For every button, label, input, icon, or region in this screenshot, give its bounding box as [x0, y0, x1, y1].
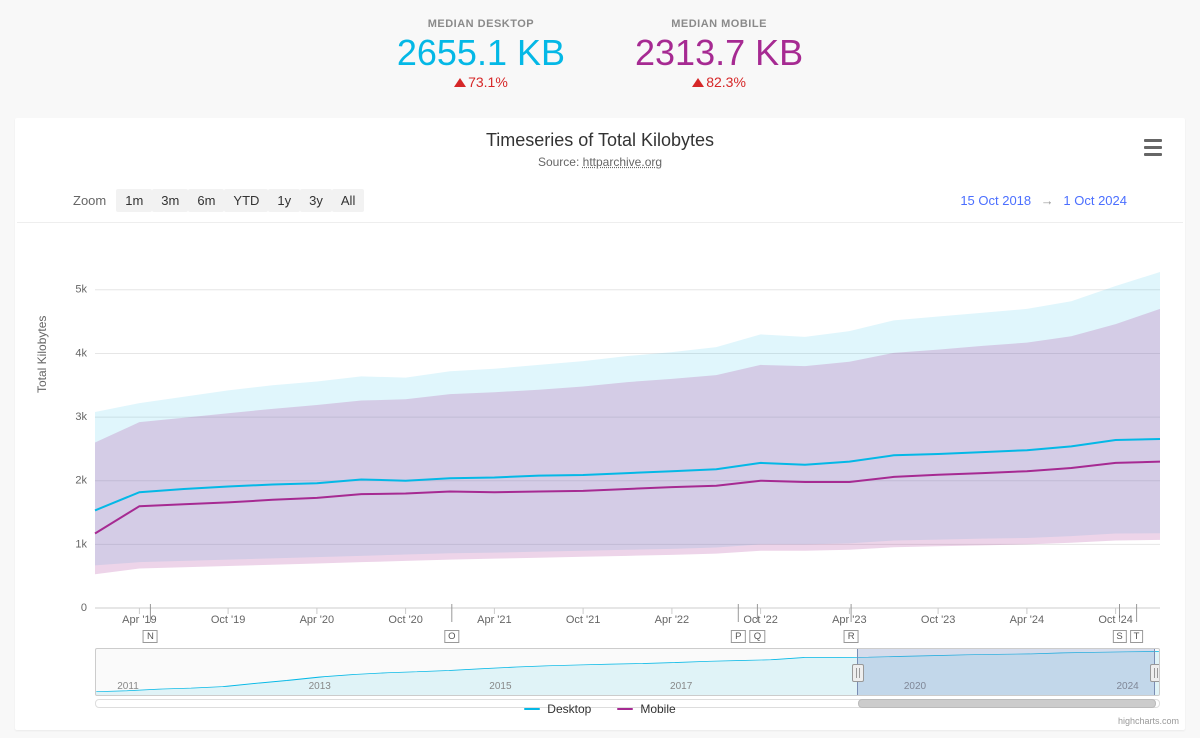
x-tick: Oct '19: [211, 614, 246, 626]
zoom-all-button[interactable]: All: [332, 189, 364, 212]
up-triangle-icon: [692, 78, 704, 87]
x-marker-S[interactable]: S: [1112, 630, 1126, 643]
legend-desktop[interactable]: Desktop: [524, 702, 591, 716]
x-marker-O[interactable]: O: [444, 630, 459, 643]
x-tick: Apr '23: [832, 614, 867, 626]
svg-text:1k: 1k: [75, 538, 87, 550]
navigator-label: 2011: [117, 681, 139, 692]
up-triangle-icon: [454, 78, 466, 87]
chart-source: Source: httparchive.org: [15, 155, 1185, 169]
zoom-6m-button[interactable]: 6m: [188, 189, 224, 212]
date-range-from[interactable]: 15 Oct 2018: [960, 193, 1031, 208]
x-tick: Apr '24: [1010, 614, 1045, 626]
chart-svg[interactable]: 01k2k3k4k5k: [95, 258, 1160, 608]
x-tick: Oct '21: [566, 614, 601, 626]
x-marker-P[interactable]: P: [731, 630, 745, 643]
x-tick: Oct '20: [388, 614, 423, 626]
legend-mobile[interactable]: Mobile: [617, 702, 675, 716]
x-axis: Apr '19 Oct '19 Apr '20 Oct '20 Apr '21 Oct '…: [95, 610, 1160, 645]
metric-desktop: MEDIAN DESKTOP 2655.1 KB 73.1%: [397, 18, 565, 90]
x-tick: Apr '22: [655, 614, 690, 626]
navigator-handle-right[interactable]: [1150, 664, 1160, 682]
svg-text:2k: 2k: [75, 475, 87, 487]
legend: Desktop Mobile: [15, 702, 1185, 716]
zoom-3y-button[interactable]: 3y: [300, 189, 332, 212]
legend-swatch-mobile: [617, 708, 633, 710]
navigator-label: 2015: [489, 681, 511, 692]
x-marker-Q[interactable]: Q: [750, 630, 765, 643]
x-marker-T[interactable]: T: [1130, 630, 1144, 643]
metric-desktop-value: 2655.1 KB: [397, 32, 565, 74]
navigator-label: 2017: [670, 681, 692, 692]
plot-area[interactable]: Total Kilobytes 01k2k3k4k5k: [45, 258, 1160, 608]
x-tick: Oct '24: [1098, 614, 1133, 626]
chart-controls: Zoom 1m3m6mYTD1y3yAll 15 Oct 2018 → 1 Oc…: [17, 169, 1183, 223]
x-marker-R[interactable]: R: [844, 630, 859, 643]
date-range[interactable]: 15 Oct 2018 → 1 Oct 2024: [960, 193, 1127, 208]
chart-menu-button[interactable]: [1139, 136, 1167, 158]
zoom-label: Zoom: [73, 193, 106, 208]
metric-mobile-value: 2313.7 KB: [635, 32, 803, 74]
navigator-handle-left[interactable]: [852, 664, 864, 682]
summary-metrics: MEDIAN DESKTOP 2655.1 KB 73.1% MEDIAN MO…: [0, 0, 1200, 90]
x-tick: Apr '20: [300, 614, 335, 626]
chart-credit[interactable]: highcharts.com: [1118, 716, 1179, 726]
arrow-right-icon: →: [1035, 193, 1060, 208]
chart-title: Timeseries of Total Kilobytes: [15, 118, 1185, 151]
x-tick: Apr '21: [477, 614, 512, 626]
metric-mobile-delta: 82.3%: [635, 74, 803, 90]
zoom-3m-button[interactable]: 3m: [152, 189, 188, 212]
y-axis-label: Total Kilobytes: [35, 316, 49, 393]
chart-source-link[interactable]: httparchive.org: [583, 155, 662, 169]
chart-card: Timeseries of Total Kilobytes Source: ht…: [15, 118, 1185, 730]
svg-text:3k: 3k: [75, 411, 87, 423]
metric-desktop-label: MEDIAN DESKTOP: [397, 18, 565, 30]
zoom-1m-button[interactable]: 1m: [116, 189, 152, 212]
navigator-label: 2013: [309, 681, 331, 692]
metric-mobile: MEDIAN MOBILE 2313.7 KB 82.3%: [635, 18, 803, 90]
navigator-selection[interactable]: [857, 649, 1155, 695]
svg-text:0: 0: [81, 602, 87, 614]
metric-desktop-delta: 73.1%: [397, 74, 565, 90]
zoom-controls: Zoom 1m3m6mYTD1y3yAll: [73, 189, 364, 212]
svg-text:5k: 5k: [75, 284, 87, 296]
date-range-to[interactable]: 1 Oct 2024: [1063, 193, 1127, 208]
legend-swatch-desktop: [524, 708, 540, 710]
x-marker-N[interactable]: N: [143, 630, 158, 643]
metric-mobile-label: MEDIAN MOBILE: [635, 18, 803, 30]
zoom-1y-button[interactable]: 1y: [268, 189, 300, 212]
x-tick: Oct '22: [743, 614, 778, 626]
zoom-ytd-button[interactable]: YTD: [224, 189, 268, 212]
x-tick: Apr '19: [122, 614, 157, 626]
navigator[interactable]: 201120132015201720202024: [95, 648, 1160, 696]
x-tick: Oct '23: [921, 614, 956, 626]
svg-text:4k: 4k: [75, 347, 87, 359]
